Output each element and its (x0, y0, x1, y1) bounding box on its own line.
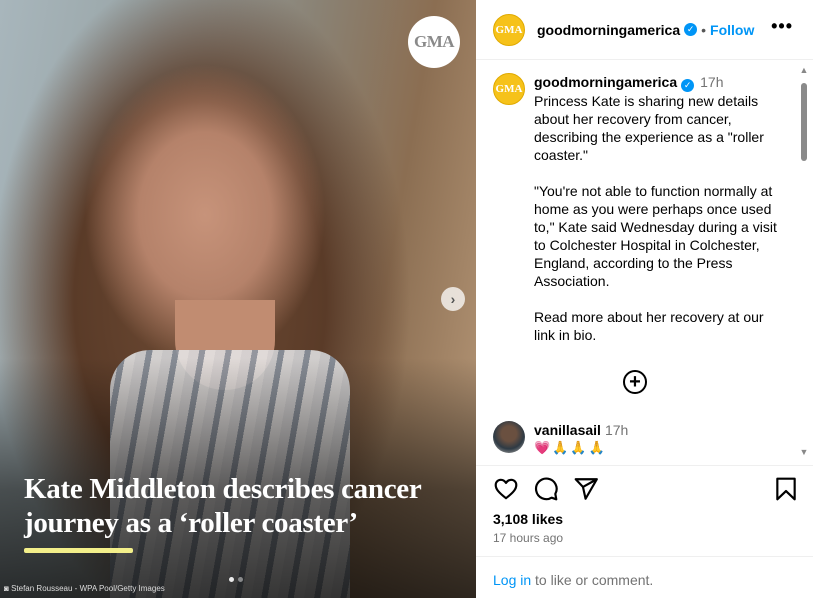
caption-paragraph: Princess Kate is sharing new details abo… (534, 92, 764, 163)
slide-indicator (229, 577, 243, 582)
verified-badge-icon: ✓ (684, 23, 698, 36)
photo-credit-text: Stefan Rousseau - WPA Pool/Getty Images (11, 584, 165, 593)
more-options-icon[interactable]: ••• (771, 16, 793, 37)
caption-paragraph: Read more about her recovery at our link… (534, 308, 764, 343)
comment-body: vanillasail 17h 💗🙏🙏🙏 (534, 421, 628, 457)
comment-icon[interactable] (533, 476, 559, 502)
camera-icon: ◙ (4, 584, 9, 593)
scroll-up-icon[interactable]: ▲ (798, 65, 810, 75)
comment-text: 💗🙏🙏🙏 (534, 440, 607, 455)
caption-paragraph: "You're not able to function normally at… (534, 182, 777, 289)
image-headline: Kate Middleton describes cancer journey … (24, 473, 421, 539)
gma-logo-badge: GMA (408, 16, 460, 68)
chevron-right-icon: › (450, 291, 456, 307)
post-image[interactable]: GMA › Kate Middleton describes cancer jo… (0, 0, 476, 598)
photo-credit: ◙ Stefan Rousseau - WPA Pool/Getty Image… (4, 584, 165, 593)
slide-dot (229, 577, 234, 582)
follow-button[interactable]: Follow (710, 22, 754, 38)
separator-dot: • (701, 21, 707, 38)
post-header: GMA goodmorningamerica ✓ • Follow ••• (476, 0, 813, 60)
action-bar (493, 476, 799, 502)
commenter-username[interactable]: vanillasail (534, 422, 601, 438)
next-slide-button[interactable]: › (441, 287, 465, 311)
caption-avatar[interactable]: GMA (493, 73, 525, 105)
like-count[interactable]: 3,108 likes (493, 511, 563, 527)
comment-time[interactable]: 17h (605, 422, 628, 438)
comment-item: vanillasail 17h 💗🙏🙏🙏 (493, 421, 628, 457)
post-caption: GMA goodmorningamerica ✓ 17h Princess Kate… (493, 73, 784, 344)
comments-scroll-area[interactable]: GMA goodmorningamerica ✓ 17h Princess Kate… (476, 61, 813, 457)
divider (476, 556, 813, 557)
scroll-down-icon[interactable]: ▼ (798, 447, 810, 457)
caption-username[interactable]: goodmorningamerica (534, 74, 677, 90)
login-prompt-suffix: to like or comment. (531, 572, 654, 588)
caption-text-block: goodmorningamerica ✓ 17h Princess Kate is … (534, 73, 784, 344)
login-link[interactable]: Log in (493, 572, 531, 588)
verified-badge-icon: ✓ (681, 78, 695, 92)
post-timestamp[interactable]: 17 hours ago (493, 531, 563, 545)
divider (476, 465, 813, 466)
heart-icon[interactable] (493, 476, 519, 502)
scrollbar-thumb[interactable] (801, 83, 807, 161)
send-icon[interactable] (573, 476, 599, 502)
slide-dot (238, 577, 243, 582)
post-sidebar: GMA goodmorningamerica ✓ • Follow ••• GM… (476, 0, 813, 598)
bookmark-icon[interactable] (773, 476, 799, 502)
comments-scrollbar[interactable]: ▲ ▼ (798, 65, 810, 457)
login-prompt: Log in to like or comment. (493, 572, 653, 588)
headline-underline (24, 548, 133, 553)
account-username[interactable]: goodmorningamerica (537, 22, 680, 38)
commenter-avatar[interactable] (493, 421, 525, 453)
account-avatar[interactable]: GMA (493, 13, 525, 46)
plus-circle-icon: + (629, 371, 641, 393)
caption-time[interactable]: 17h (700, 74, 723, 90)
load-more-comments-button[interactable]: + (623, 370, 647, 394)
